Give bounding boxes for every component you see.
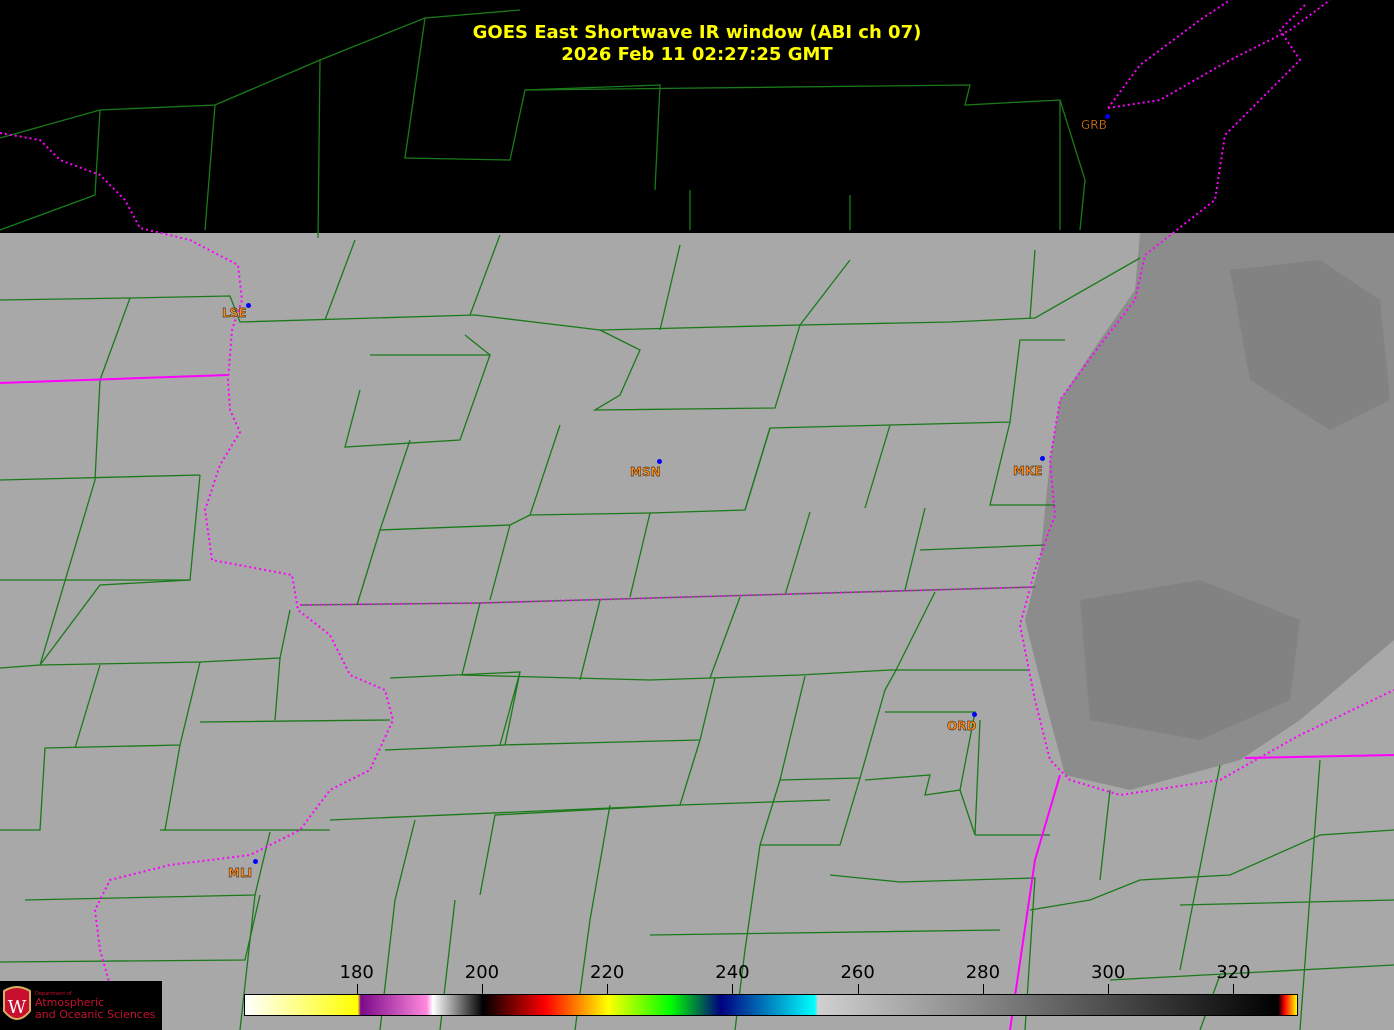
station-label-lse: LSE (222, 306, 247, 320)
station-dot-mke (1040, 456, 1045, 461)
colorbar-tick (732, 984, 734, 994)
uw-crest-icon: W (3, 986, 31, 1020)
colorbar-tick-label: 300 (1090, 962, 1126, 983)
station-dot-mli (253, 859, 258, 864)
colorbar-tick-label: 260 (840, 962, 875, 983)
colorbar-tick (356, 984, 358, 994)
station-label-grb: GRB (1081, 118, 1107, 132)
colorbar-tick-label: 180 (339, 962, 374, 983)
station-label-ord: ORD (947, 719, 977, 733)
map-canvas (0, 0, 1394, 1030)
colorbar-tick (1233, 984, 1235, 994)
station-dot-lse (246, 303, 251, 308)
colorbar-tick (481, 984, 483, 994)
aos-logo: W Department of Atmospheric and Oceanic S… (0, 981, 162, 1030)
colorbar-tick-label: 200 (464, 962, 500, 983)
title-line-2: 2026 Feb 11 02:27:25 GMT (561, 44, 833, 65)
station-label-mli: MLI (228, 866, 253, 880)
temperature-colorbar (244, 994, 1298, 1016)
colorbar-tick (1108, 984, 1110, 994)
logo-text-atmospheric: Atmospheric and Oceanic Sciences (35, 997, 155, 1021)
station-dot-msn (657, 459, 662, 464)
satellite-map: GOES East Shortwave IR window (ABI ch 07… (0, 0, 1394, 1030)
colorbar-tick-label: 240 (715, 962, 750, 983)
colorbar-tick (857, 984, 859, 994)
station-dot-ord (972, 712, 977, 717)
colorbar-tick-label: 220 (590, 962, 625, 983)
station-label-mke: MKE (1013, 464, 1043, 478)
title-line-1: GOES East Shortwave IR window (ABI ch 07… (472, 22, 922, 43)
colorbar-tick (982, 984, 984, 994)
logo-line-3: and Oceanic Sciences (35, 1008, 156, 1021)
colorbar-tick-label: 280 (965, 962, 1001, 983)
colorbar-tick (607, 984, 609, 994)
station-label-msn: MSN (630, 465, 661, 479)
colorbar-tick-label: 320 (1216, 962, 1251, 983)
logo-letter: W (8, 997, 27, 1018)
